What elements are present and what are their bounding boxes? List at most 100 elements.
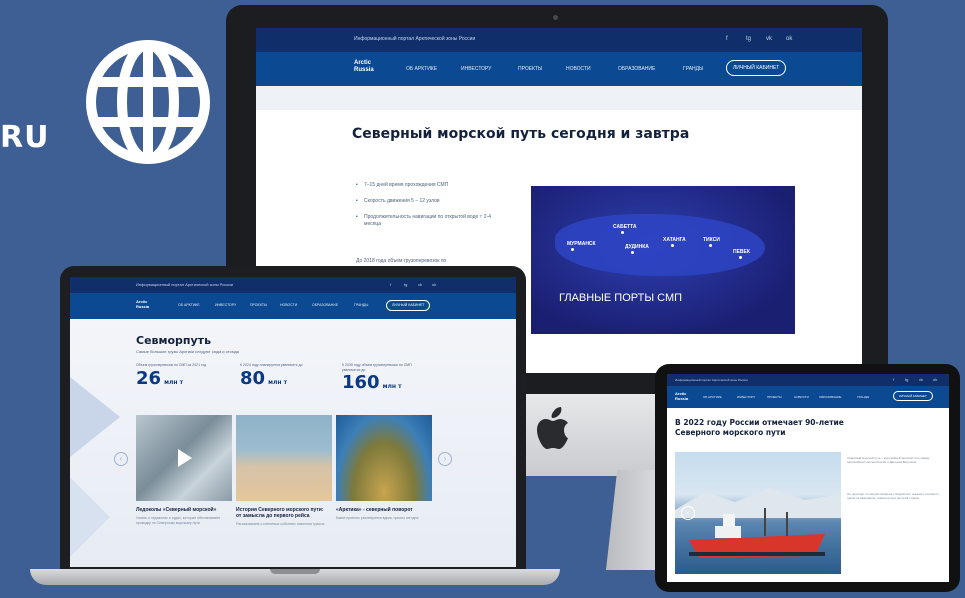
portal-name: Информационный портал Арктической зоны Р… bbox=[354, 36, 476, 42]
card-image bbox=[336, 415, 432, 501]
nav-item[interactable]: ПРОЕКТЫ bbox=[518, 66, 542, 72]
carousel-prev-button[interactable]: ‹ bbox=[114, 452, 128, 466]
nav-item[interactable]: ОБ АРКТИКЕ bbox=[703, 395, 722, 399]
body-text: До 2018 года объем грузоперевозок по bbox=[356, 258, 447, 264]
article-text: Северный морской путь – кратчайший морск… bbox=[847, 456, 930, 465]
port-marker bbox=[631, 251, 634, 254]
city-label: ДУДИНКА bbox=[625, 244, 649, 250]
page-title: Севморпуть bbox=[136, 334, 212, 347]
list-item: 7–15 дней время прохождения СМП bbox=[356, 182, 501, 189]
site-logo[interactable]: Arctic Russia bbox=[136, 299, 149, 309]
ship-illustration bbox=[675, 488, 841, 558]
list-item: Скорость движения 5 – 12 узлов bbox=[356, 198, 501, 205]
vk-icon[interactable]: vk bbox=[766, 36, 772, 42]
city-label: САБЕТТА bbox=[613, 224, 637, 230]
nav-item[interactable]: ИНВЕСТОРУ bbox=[737, 395, 755, 399]
carousel-prev-button[interactable]: ‹ bbox=[681, 506, 695, 520]
page-title: Северный морской путь сегодня и завтра bbox=[352, 126, 690, 142]
city-label: ПЕВЕК bbox=[733, 249, 750, 255]
stat-block: К 2024 году планируется увеличить до 80 м… bbox=[240, 363, 320, 389]
card-title[interactable]: Ледоколы «Северный морской» bbox=[136, 507, 228, 513]
macbook-notch bbox=[270, 569, 320, 574]
ok-icon[interactable]: ok bbox=[786, 36, 792, 42]
ok-icon[interactable]: ok bbox=[432, 282, 436, 287]
article-title: В 2022 году России отмечает 90-летие Сев… bbox=[675, 418, 844, 437]
port-marker bbox=[571, 248, 574, 251]
main-nav: Arctic Russia ОБ АРКТИКЕ ИНВЕСТОРУ ПРОЕКТ… bbox=[667, 386, 949, 408]
facebook-icon[interactable]: f bbox=[726, 36, 728, 42]
telegram-icon[interactable]: tg bbox=[404, 282, 407, 287]
nav-item[interactable]: ИНВЕСТОРУ bbox=[215, 303, 236, 307]
city-label: МУРМАНСК bbox=[567, 241, 596, 247]
facts-list: 7–15 дней время прохождения СМП Скорость… bbox=[356, 182, 501, 237]
card-title[interactable]: «Арктика» - северный поворот bbox=[336, 507, 428, 513]
stat-label: К 2035 году объем грузоперевозок по СМП … bbox=[342, 363, 412, 372]
top-bar: Информационный портал Арктической зоны Р… bbox=[256, 28, 862, 52]
city-label: ТИКСИ bbox=[703, 237, 720, 243]
account-button[interactable]: ЛИЧНЫЙ КАБИНЕТ bbox=[726, 60, 787, 76]
card-image bbox=[136, 415, 232, 501]
globe-icon bbox=[86, 40, 210, 164]
stat-value: 26 млн т bbox=[136, 367, 184, 389]
telegram-icon[interactable]: tg bbox=[905, 377, 908, 382]
decorative-triangles bbox=[70, 377, 120, 557]
news-card[interactable]: «Арктика» - северный поворот Какие проек… bbox=[336, 415, 432, 521]
macbook-screen: Информационный портал Арктической зоны Р… bbox=[70, 277, 516, 567]
nav-item[interactable]: ОБРАЗОВАНИЕ bbox=[312, 303, 338, 307]
facebook-icon[interactable]: f bbox=[390, 282, 391, 287]
card-text: Какие проекты реализуются вдоль трассы с… bbox=[336, 516, 419, 520]
nav-item[interactable]: НОВОСТИ bbox=[280, 303, 297, 307]
top-bar: Информационный портал Арктической зоны Р… bbox=[667, 374, 949, 386]
news-card[interactable]: История Северного морского пути: от замы… bbox=[236, 415, 332, 527]
ok-icon[interactable]: ok bbox=[933, 377, 937, 382]
account-button[interactable]: ЛИЧНЫЙ КАБИНЕТ bbox=[893, 391, 933, 401]
nav-item[interactable]: ПРОЕКТЫ bbox=[767, 395, 782, 399]
stat-block: К 2035 году объем грузоперевозок по СМП … bbox=[342, 363, 422, 393]
camera bbox=[553, 15, 558, 20]
portal-name: Информационный портал Арктической зоны Р… bbox=[675, 378, 748, 382]
port-marker bbox=[709, 244, 712, 247]
telegram-icon[interactable]: tg bbox=[746, 36, 751, 42]
page-subtitle: Самые большие грузы Арктики следуют сюда… bbox=[136, 349, 240, 354]
news-card[interactable]: Ледоколы «Северный морской» Узнать о лед… bbox=[136, 415, 232, 525]
card-text: Рассказываем о ключевых событиях освоени… bbox=[236, 522, 325, 526]
main-nav: Arctic Russia ОБ АРКТИКЕ ИНВЕСТОРУ ПРОЕКТ… bbox=[70, 293, 516, 319]
nav-item[interactable]: ГРАНДЫ bbox=[354, 303, 368, 307]
carousel-next-button[interactable]: › bbox=[438, 452, 452, 466]
card-title[interactable]: История Северного морского пути: от замы… bbox=[236, 507, 328, 519]
facebook-icon[interactable]: f bbox=[893, 377, 894, 382]
port-marker bbox=[621, 231, 624, 234]
nav-item[interactable]: ГРАНДЫ bbox=[857, 395, 869, 399]
card-image bbox=[236, 415, 332, 501]
brand-text: RU bbox=[0, 120, 50, 155]
vk-icon[interactable]: vk bbox=[418, 282, 422, 287]
nav-item[interactable]: ОБ АРКТИКЕ bbox=[178, 303, 200, 307]
nav-item[interactable]: НОВОСТИ bbox=[566, 66, 591, 72]
list-item: Продолжительность навигации по открытой … bbox=[356, 214, 501, 228]
site-logo[interactable]: Arctic Russia bbox=[675, 391, 688, 401]
map-caption: ГЛАВНЫЕ ПОРТЫ СМП bbox=[559, 292, 683, 304]
ship-photo: ‹ bbox=[675, 452, 841, 574]
nav-item[interactable]: ПРОЕКТЫ bbox=[250, 303, 267, 307]
nav-item[interactable]: ОБ АРКТИКЕ bbox=[406, 66, 437, 72]
play-icon[interactable] bbox=[178, 449, 192, 467]
stat-block: Объем грузоперевозок по СМП за 2021 год … bbox=[136, 363, 216, 389]
account-button[interactable]: ЛИЧНЫЙ КАБИНЕТ bbox=[386, 300, 431, 311]
banner-strip bbox=[256, 86, 862, 110]
nav-item[interactable]: ГРАНДЫ bbox=[683, 66, 703, 72]
nav-item[interactable]: НОВОСТИ bbox=[794, 395, 809, 399]
nav-item[interactable]: ОБРАЗОВАНИЕ bbox=[618, 66, 655, 72]
nav-item[interactable]: ИНВЕСТОРУ bbox=[461, 66, 491, 72]
vk-icon[interactable]: vk bbox=[919, 377, 923, 382]
main-nav: Arctic Russia ОБ АРКТИКЕ ИНВЕСТОРУ ПРОЕКТ… bbox=[256, 52, 862, 86]
city-label: ХАТАНГА bbox=[663, 237, 686, 243]
port-marker bbox=[739, 256, 742, 259]
nav-item[interactable]: ОБРАЗОВАНИЕ bbox=[819, 395, 841, 399]
article-text: Он проходит по морям Северного Ледовитог… bbox=[847, 492, 939, 501]
apple-logo-icon bbox=[537, 407, 568, 449]
stat-value: 80 млн т bbox=[240, 367, 288, 389]
site-logo[interactable]: Arctic Russia bbox=[354, 60, 374, 74]
stat-value: 160 млн т bbox=[342, 372, 402, 393]
ports-map: МУРМАНСК САБЕТТА ДУДИНКА ХАТАНГА ТИКСИ П… bbox=[531, 186, 795, 334]
card-text: Узнать о ледоколах и судах, которые обес… bbox=[136, 516, 221, 525]
